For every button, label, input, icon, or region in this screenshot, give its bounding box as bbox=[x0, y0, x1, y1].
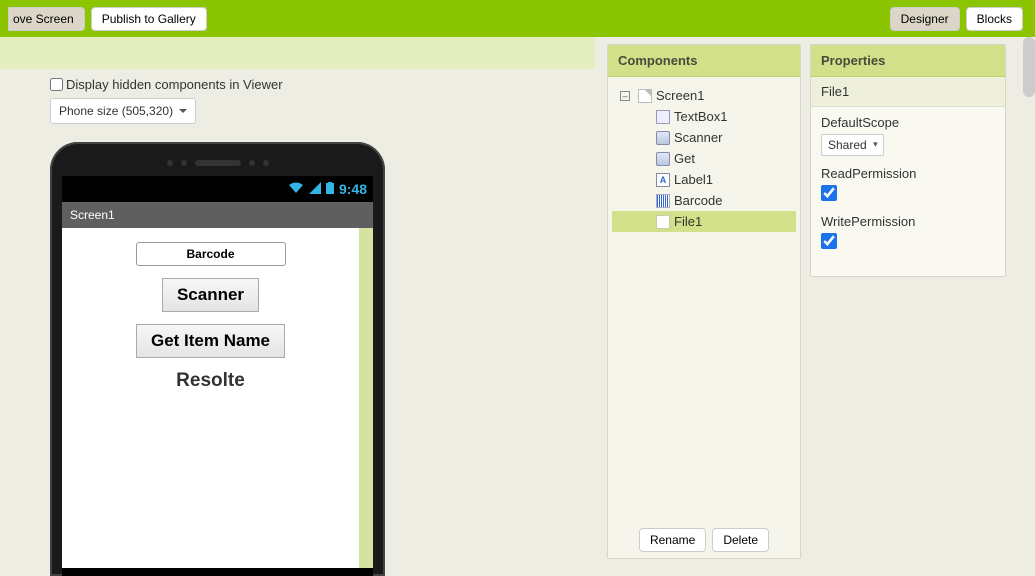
status-time: 9:48 bbox=[339, 181, 367, 197]
tree-item-barcode[interactable]: Barcode bbox=[612, 190, 796, 211]
tree-screen-label: Screen1 bbox=[656, 88, 704, 103]
file-icon bbox=[656, 215, 670, 229]
display-hidden-text: Display hidden components in Viewer bbox=[66, 77, 283, 92]
tree-item-label: Get bbox=[674, 151, 695, 166]
delete-button[interactable]: Delete bbox=[712, 528, 769, 552]
tree-item-scanner[interactable]: Scanner bbox=[612, 127, 796, 148]
result-label: Resolte bbox=[176, 370, 245, 392]
viewer-pane: Display hidden components in Viewer Phon… bbox=[0, 37, 600, 565]
signal-icon bbox=[309, 182, 321, 197]
scanner-button[interactable]: Scanner bbox=[162, 278, 259, 312]
components-tree: – Screen1 TextBox1 Scanner Get A Label1 … bbox=[608, 77, 800, 240]
tree-item-label: File1 bbox=[674, 214, 702, 229]
button-icon bbox=[656, 152, 670, 166]
display-hidden-checkbox[interactable] bbox=[50, 78, 63, 91]
tree-item-file1[interactable]: File1 bbox=[612, 211, 796, 232]
publish-gallery-button[interactable]: Publish to Gallery bbox=[91, 7, 207, 31]
screen-icon bbox=[638, 89, 652, 103]
top-toolbar: ove Screen Publish to Gallery Designer B… bbox=[0, 0, 1035, 37]
label-icon: A bbox=[656, 173, 670, 187]
app-title-bar: Screen1 bbox=[62, 202, 373, 228]
blocks-tab-button[interactable]: Blocks bbox=[966, 7, 1023, 31]
properties-component-name: File1 bbox=[811, 77, 1005, 107]
barcode-textbox[interactable] bbox=[136, 242, 286, 266]
tree-item-label: Barcode bbox=[674, 193, 722, 208]
write-permission-checkbox[interactable] bbox=[821, 233, 837, 249]
read-permission-label: ReadPermission bbox=[821, 166, 995, 181]
button-icon bbox=[656, 131, 670, 145]
components-header: Components bbox=[608, 45, 800, 77]
remove-screen-button[interactable]: ove Screen bbox=[8, 7, 85, 31]
write-permission-label: WritePermission bbox=[821, 214, 995, 229]
tree-item-label: Scanner bbox=[674, 130, 722, 145]
read-permission-checkbox[interactable] bbox=[821, 185, 837, 201]
tree-item-label: TextBox1 bbox=[674, 109, 727, 124]
tree-screen-row[interactable]: – Screen1 bbox=[612, 85, 796, 106]
properties-panel: Properties File1 DefaultScope Shared Rea… bbox=[810, 44, 1006, 277]
barcode-icon bbox=[656, 194, 670, 208]
tree-item-get[interactable]: Get bbox=[612, 148, 796, 169]
designer-tab-button[interactable]: Designer bbox=[890, 7, 960, 31]
phone-mock: 9:48 Screen1 Scanner Get Item Name Resol… bbox=[50, 142, 385, 576]
tree-item-label1[interactable]: A Label1 bbox=[612, 169, 796, 190]
rename-button[interactable]: Rename bbox=[639, 528, 706, 552]
properties-header: Properties bbox=[811, 45, 1005, 77]
default-scope-label: DefaultScope bbox=[821, 115, 995, 130]
scrollbar-thumb[interactable] bbox=[1023, 37, 1035, 97]
phone-size-value: Phone size (505,320) bbox=[59, 104, 173, 118]
wifi-icon bbox=[288, 182, 304, 197]
app-canvas: Scanner Get Item Name Resolte bbox=[62, 228, 373, 568]
textbox-icon bbox=[656, 110, 670, 124]
phone-status-bar: 9:48 bbox=[62, 176, 373, 202]
phone-size-select[interactable]: Phone size (505,320) bbox=[50, 98, 196, 124]
default-scope-value: Shared bbox=[828, 138, 867, 152]
display-hidden-checkbox-label[interactable]: Display hidden components in Viewer bbox=[50, 77, 600, 92]
collapse-icon[interactable]: – bbox=[620, 91, 630, 101]
get-item-button[interactable]: Get Item Name bbox=[136, 324, 285, 358]
tree-item-label: Label1 bbox=[674, 172, 713, 187]
tree-item-textbox1[interactable]: TextBox1 bbox=[612, 106, 796, 127]
components-panel: Components – Screen1 TextBox1 Scanner Ge… bbox=[607, 44, 801, 559]
default-scope-select[interactable]: Shared bbox=[821, 134, 884, 156]
battery-icon bbox=[326, 182, 334, 197]
